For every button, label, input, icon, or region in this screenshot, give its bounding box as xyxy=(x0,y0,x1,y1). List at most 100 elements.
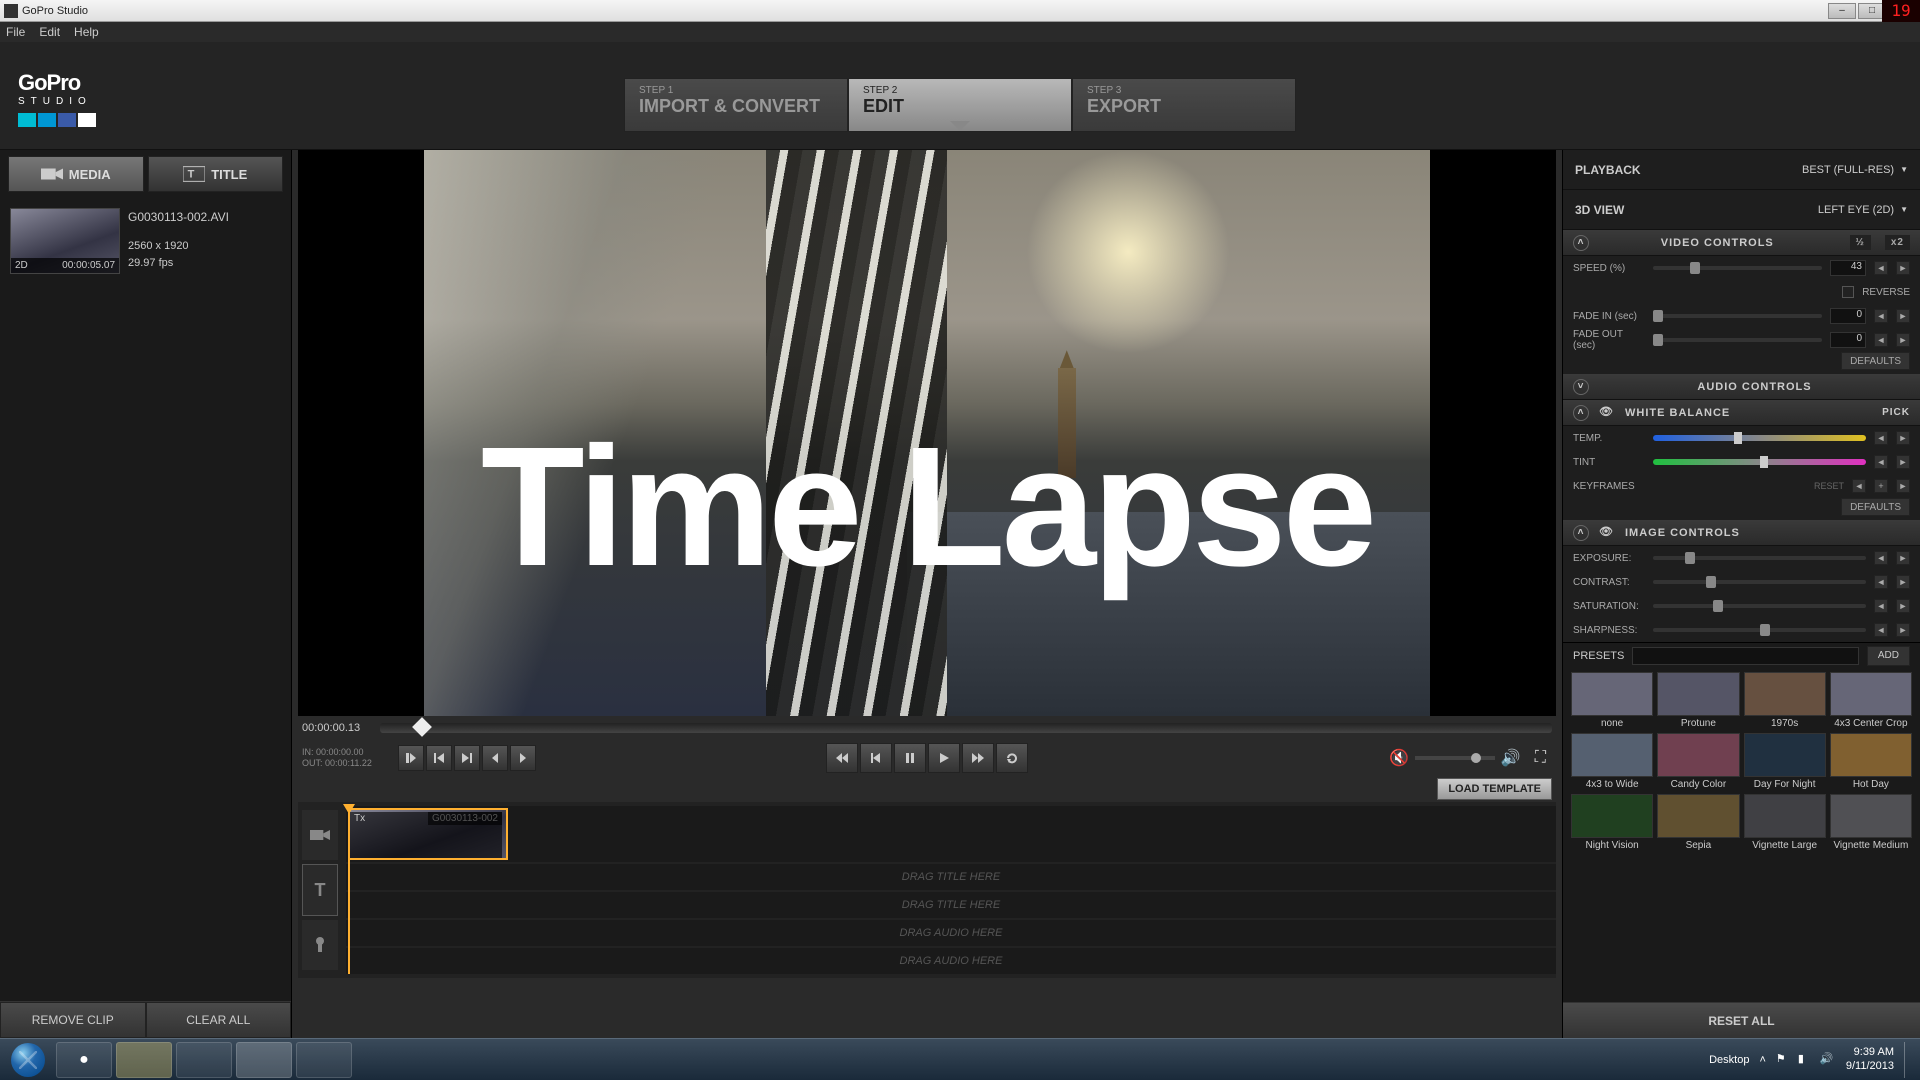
wb-defaults-button[interactable]: DEFAULTS xyxy=(1841,498,1910,516)
show-desktop-button[interactable] xyxy=(1904,1042,1914,1078)
temp-slider[interactable] xyxy=(1653,435,1866,441)
media-clip[interactable]: 2D 00:00:05.07 G0030113-002.AVI 2560 x 1… xyxy=(6,204,285,278)
preset-1970s[interactable]: 1970s xyxy=(1744,672,1826,729)
playback-quality-row[interactable]: PLAYBACK BEST (FULL-RES) xyxy=(1563,150,1920,190)
speed-inc[interactable]: ► xyxy=(1896,261,1910,275)
mute-icon[interactable]: 🔇 xyxy=(1389,748,1409,768)
speed-dec[interactable]: ◄ xyxy=(1874,261,1888,275)
step-import[interactable]: STEP 1 IMPORT & CONVERT xyxy=(624,78,848,132)
trim-left-button[interactable] xyxy=(482,745,508,771)
pick-button[interactable]: PICK xyxy=(1882,407,1910,418)
fast-forward-button[interactable] xyxy=(962,743,994,773)
video-track[interactable]: G0030113-002 Tx xyxy=(346,806,1556,862)
taskbar-app[interactable] xyxy=(296,1042,352,1078)
start-button[interactable] xyxy=(4,1042,52,1078)
load-template-button[interactable]: LOAD TEMPLATE xyxy=(1437,778,1552,800)
speed-slider[interactable] xyxy=(1653,266,1822,270)
kf-reset[interactable]: RESET xyxy=(1814,481,1844,491)
step-edit[interactable]: STEP 2 EDIT xyxy=(848,78,1072,132)
video-controls-header[interactable]: ˄ VIDEO CONTROLS ½ x2 xyxy=(1563,230,1920,256)
clip-filename: G0030113-002.AVI xyxy=(128,208,229,226)
system-tray[interactable]: ⚑ ▮ 🔊 xyxy=(1776,1052,1836,1068)
timeline: T G0030113-002 Tx DRAG TITLE HERE DRAG T… xyxy=(298,802,1556,978)
menu-edit[interactable]: Edit xyxy=(39,25,60,39)
collapse-icon[interactable]: ˄ xyxy=(1573,235,1589,251)
speed-half-button[interactable]: ½ xyxy=(1850,235,1871,250)
collapse-icon[interactable]: ˄ xyxy=(1573,405,1589,421)
mark-in-button[interactable] xyxy=(398,745,424,771)
prev-frame-button[interactable] xyxy=(426,745,452,771)
network-icon[interactable]: ▮ xyxy=(1798,1052,1814,1068)
clear-all-button[interactable]: CLEAR ALL xyxy=(146,1002,292,1038)
show-desktop-label[interactable]: Desktop xyxy=(1709,1054,1749,1066)
preset-day-for-night[interactable]: Day For Night xyxy=(1744,733,1826,790)
fadeout-slider[interactable] xyxy=(1653,338,1822,342)
flag-icon[interactable]: ⚑ xyxy=(1776,1052,1792,1068)
title-track-1[interactable]: DRAG TITLE HERE xyxy=(346,864,1556,890)
step-back-button[interactable] xyxy=(860,743,892,773)
exposure-slider[interactable] xyxy=(1653,556,1866,560)
reset-all-button[interactable]: RESET ALL xyxy=(1563,1003,1920,1038)
3d-view-row[interactable]: 3D VIEW LEFT EYE (2D) xyxy=(1563,190,1920,230)
preset-sepia[interactable]: Sepia xyxy=(1657,794,1739,851)
preset-add-button[interactable]: ADD xyxy=(1867,646,1910,666)
fadein-slider[interactable] xyxy=(1653,314,1822,318)
trim-right-button[interactable] xyxy=(510,745,536,771)
rewind-button[interactable] xyxy=(826,743,858,773)
tray-chevron-icon[interactable]: ˄ xyxy=(1759,1054,1765,1066)
video-defaults-button[interactable]: DEFAULTS xyxy=(1841,352,1910,370)
reverse-checkbox[interactable] xyxy=(1842,286,1854,298)
eye-icon[interactable]: 👁 xyxy=(1599,525,1615,541)
collapse-icon[interactable]: ˅ xyxy=(1573,379,1589,395)
saturation-slider[interactable] xyxy=(1653,604,1866,608)
step-export[interactable]: STEP 3 EXPORT xyxy=(1072,78,1296,132)
preset-candy-color[interactable]: Candy Color xyxy=(1657,733,1739,790)
preset-hot-day[interactable]: Hot Day xyxy=(1830,733,1912,790)
speaker-icon[interactable]: 🔊 xyxy=(1820,1052,1836,1068)
menu-help[interactable]: Help xyxy=(74,25,99,39)
preset-protune[interactable]: Protune xyxy=(1657,672,1739,729)
white-balance-header[interactable]: ˄ 👁 WHITE BALANCE PICK xyxy=(1563,400,1920,426)
remove-clip-button[interactable]: REMOVE CLIP xyxy=(0,1002,146,1038)
sharpness-slider[interactable] xyxy=(1653,628,1866,632)
minimize-button[interactable]: – xyxy=(1828,3,1856,19)
scrub-track[interactable] xyxy=(380,723,1552,733)
preset-4x3-center-crop[interactable]: 4x3 Center Crop xyxy=(1830,672,1912,729)
taskbar-gopro[interactable] xyxy=(236,1042,292,1078)
tint-slider[interactable] xyxy=(1653,459,1866,465)
speed-2x-button[interactable]: x2 xyxy=(1885,235,1910,250)
preset-none[interactable]: none xyxy=(1571,672,1653,729)
taskbar-notes[interactable] xyxy=(116,1042,172,1078)
contrast-slider[interactable] xyxy=(1653,580,1866,584)
timeline-clip[interactable]: G0030113-002 Tx xyxy=(348,808,508,860)
title-track-2[interactable]: DRAG TITLE HERE xyxy=(346,892,1556,918)
eye-icon[interactable]: 👁 xyxy=(1599,405,1615,421)
menu-file[interactable]: File xyxy=(6,25,25,39)
volume-icon[interactable]: 🔊 xyxy=(1501,748,1521,768)
tab-title[interactable]: T TITLE xyxy=(148,156,284,192)
collapse-icon[interactable]: ˄ xyxy=(1573,525,1589,541)
tab-media[interactable]: MEDIA xyxy=(8,156,144,192)
play-button[interactable] xyxy=(928,743,960,773)
loop-button[interactable] xyxy=(996,743,1028,773)
clock[interactable]: 9:39 AM 9/11/2013 xyxy=(1846,1046,1894,1072)
volume-slider[interactable] xyxy=(1415,756,1495,760)
preset-night-vision[interactable]: Night Vision xyxy=(1571,794,1653,851)
playhead-marker[interactable] xyxy=(412,717,432,737)
preset-vignette-large[interactable]: Vignette Large xyxy=(1744,794,1826,851)
audio-track-2[interactable]: DRAG AUDIO HERE xyxy=(346,948,1556,974)
fullscreen-icon[interactable]: ⛶ xyxy=(1535,749,1546,767)
image-controls-header[interactable]: ˄ 👁 IMAGE CONTROLS xyxy=(1563,520,1920,546)
timeline-cursor[interactable] xyxy=(348,806,350,974)
video-preview[interactable]: Time Lapse xyxy=(298,150,1556,716)
audio-controls-header[interactable]: ˅ AUDIO CONTROLS xyxy=(1563,374,1920,400)
preset-vignette-medium[interactable]: Vignette Medium xyxy=(1830,794,1912,851)
preset-4x3-to-wide[interactable]: 4x3 to Wide xyxy=(1571,733,1653,790)
pause-button[interactable] xyxy=(894,743,926,773)
preset-name-input[interactable] xyxy=(1632,647,1859,665)
taskbar-chrome[interactable]: ● xyxy=(56,1042,112,1078)
taskbar-explorer[interactable] xyxy=(176,1042,232,1078)
next-frame-button[interactable] xyxy=(454,745,480,771)
audio-track-1[interactable]: DRAG AUDIO HERE xyxy=(346,920,1556,946)
add-keyframe-button[interactable]: + xyxy=(1874,479,1888,493)
